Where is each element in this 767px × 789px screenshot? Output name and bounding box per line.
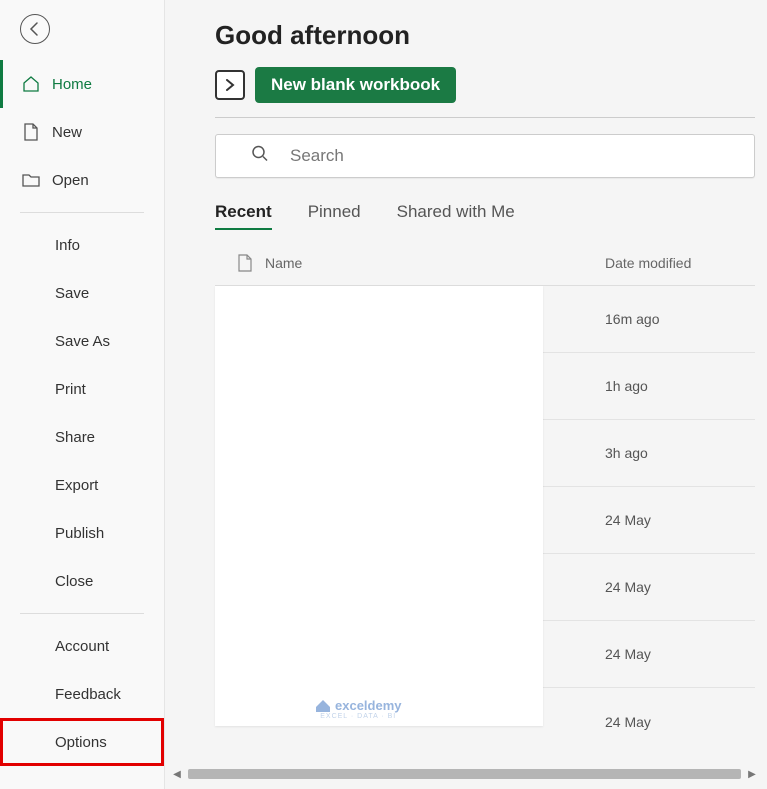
file-icon: [237, 254, 253, 272]
recent-tabs: Recent Pinned Shared with Me: [215, 202, 767, 230]
back-arrow-icon: [27, 21, 43, 37]
home-icon: [22, 75, 40, 93]
nav-close[interactable]: Close: [0, 557, 164, 605]
greeting-heading: Good afternoon: [215, 20, 767, 51]
nav-save-as-label: Save As: [55, 333, 110, 350]
nav-info[interactable]: Info: [0, 221, 164, 269]
list-header: Name Date modified: [215, 240, 755, 286]
list-body: exceldemy EXCEL · DATA · BI 16m ago 1h a…: [215, 286, 755, 755]
nav-account[interactable]: Account: [0, 622, 164, 670]
nav-export[interactable]: Export: [0, 461, 164, 509]
nav-publish-label: Publish: [55, 525, 104, 542]
folder-open-icon: [22, 171, 40, 189]
new-workbook-row: New blank workbook: [215, 67, 767, 103]
chevron-right-icon: [224, 79, 236, 91]
nav-open[interactable]: Open: [0, 156, 164, 204]
nav-open-label: Open: [52, 172, 89, 189]
tab-shared[interactable]: Shared with Me: [397, 202, 515, 230]
search-wrap: [215, 134, 755, 178]
nav-secondary: Info Save Save As Print Share Export Pub…: [0, 221, 164, 605]
nav-options[interactable]: Options: [0, 718, 164, 766]
templates-expand-button[interactable]: [215, 70, 245, 100]
watermark-brand: exceldemy: [335, 698, 402, 713]
nav-export-label: Export: [55, 477, 98, 494]
recent-files-list: Name Date modified exceldemy EXCEL · DAT…: [215, 240, 755, 755]
nav-close-label: Close: [55, 573, 93, 590]
watermark: exceldemy EXCEL · DATA · BI: [315, 698, 402, 720]
search-icon: [251, 145, 269, 168]
nav-print-label: Print: [55, 381, 86, 398]
main-content: Good afternoon New blank workbook Recent…: [165, 0, 767, 789]
row-date: 1h ago: [605, 378, 755, 394]
nav-feedback-label: Feedback: [55, 686, 121, 703]
back-button[interactable]: [20, 14, 50, 44]
new-doc-icon: [22, 123, 40, 141]
tab-recent-label: Recent: [215, 202, 272, 221]
nav-home-label: Home: [52, 76, 92, 93]
nav-account-label: Account: [55, 638, 109, 655]
divider: [215, 117, 755, 118]
nav-share-label: Share: [55, 429, 95, 446]
tab-pinned[interactable]: Pinned: [308, 202, 361, 230]
scroll-right-arrow-icon[interactable]: ▶: [745, 767, 759, 781]
backstage-sidebar: Home New Open Info Save Save As Print Sh…: [0, 0, 165, 789]
nav-print[interactable]: Print: [0, 365, 164, 413]
tab-recent[interactable]: Recent: [215, 202, 272, 230]
row-date: 24 May: [605, 579, 755, 595]
new-blank-workbook-button[interactable]: New blank workbook: [255, 67, 456, 103]
tab-shared-label: Shared with Me: [397, 202, 515, 221]
nav-new[interactable]: New: [0, 108, 164, 156]
row-date: 24 May: [605, 714, 755, 730]
header-name: Name: [253, 255, 605, 271]
row-date: 24 May: [605, 646, 755, 662]
nav-home[interactable]: Home: [0, 60, 164, 108]
nav-options-label: Options: [55, 734, 107, 751]
nav-save[interactable]: Save: [0, 269, 164, 317]
row-date: 16m ago: [605, 311, 755, 327]
tab-pinned-label: Pinned: [308, 202, 361, 221]
nav-save-label: Save: [55, 285, 89, 302]
nav-new-label: New: [52, 124, 82, 141]
scrollbar-thumb[interactable]: [188, 769, 741, 779]
house-icon: [315, 699, 331, 713]
nav-info-label: Info: [55, 237, 80, 254]
horizontal-scrollbar[interactable]: ◀ ▶: [170, 767, 759, 781]
scrollbar-track: ◀ ▶: [170, 767, 759, 781]
nav-feedback[interactable]: Feedback: [0, 670, 164, 718]
nav-divider: [20, 613, 144, 614]
scroll-left-arrow-icon[interactable]: ◀: [170, 767, 184, 781]
nav-tertiary: Account Feedback Options: [0, 622, 164, 766]
new-blank-label: New blank workbook: [271, 75, 440, 94]
row-date: 24 May: [605, 512, 755, 528]
redacted-overlay: exceldemy EXCEL · DATA · BI: [215, 286, 543, 726]
nav-save-as[interactable]: Save As: [0, 317, 164, 365]
header-date: Date modified: [605, 255, 755, 271]
row-date: 3h ago: [605, 445, 755, 461]
nav-publish[interactable]: Publish: [0, 509, 164, 557]
search-input[interactable]: [215, 134, 755, 178]
watermark-sub: EXCEL · DATA · BI: [320, 713, 396, 720]
nav-divider: [20, 212, 144, 213]
nav-primary: Home New Open: [0, 52, 164, 204]
nav-share[interactable]: Share: [0, 413, 164, 461]
